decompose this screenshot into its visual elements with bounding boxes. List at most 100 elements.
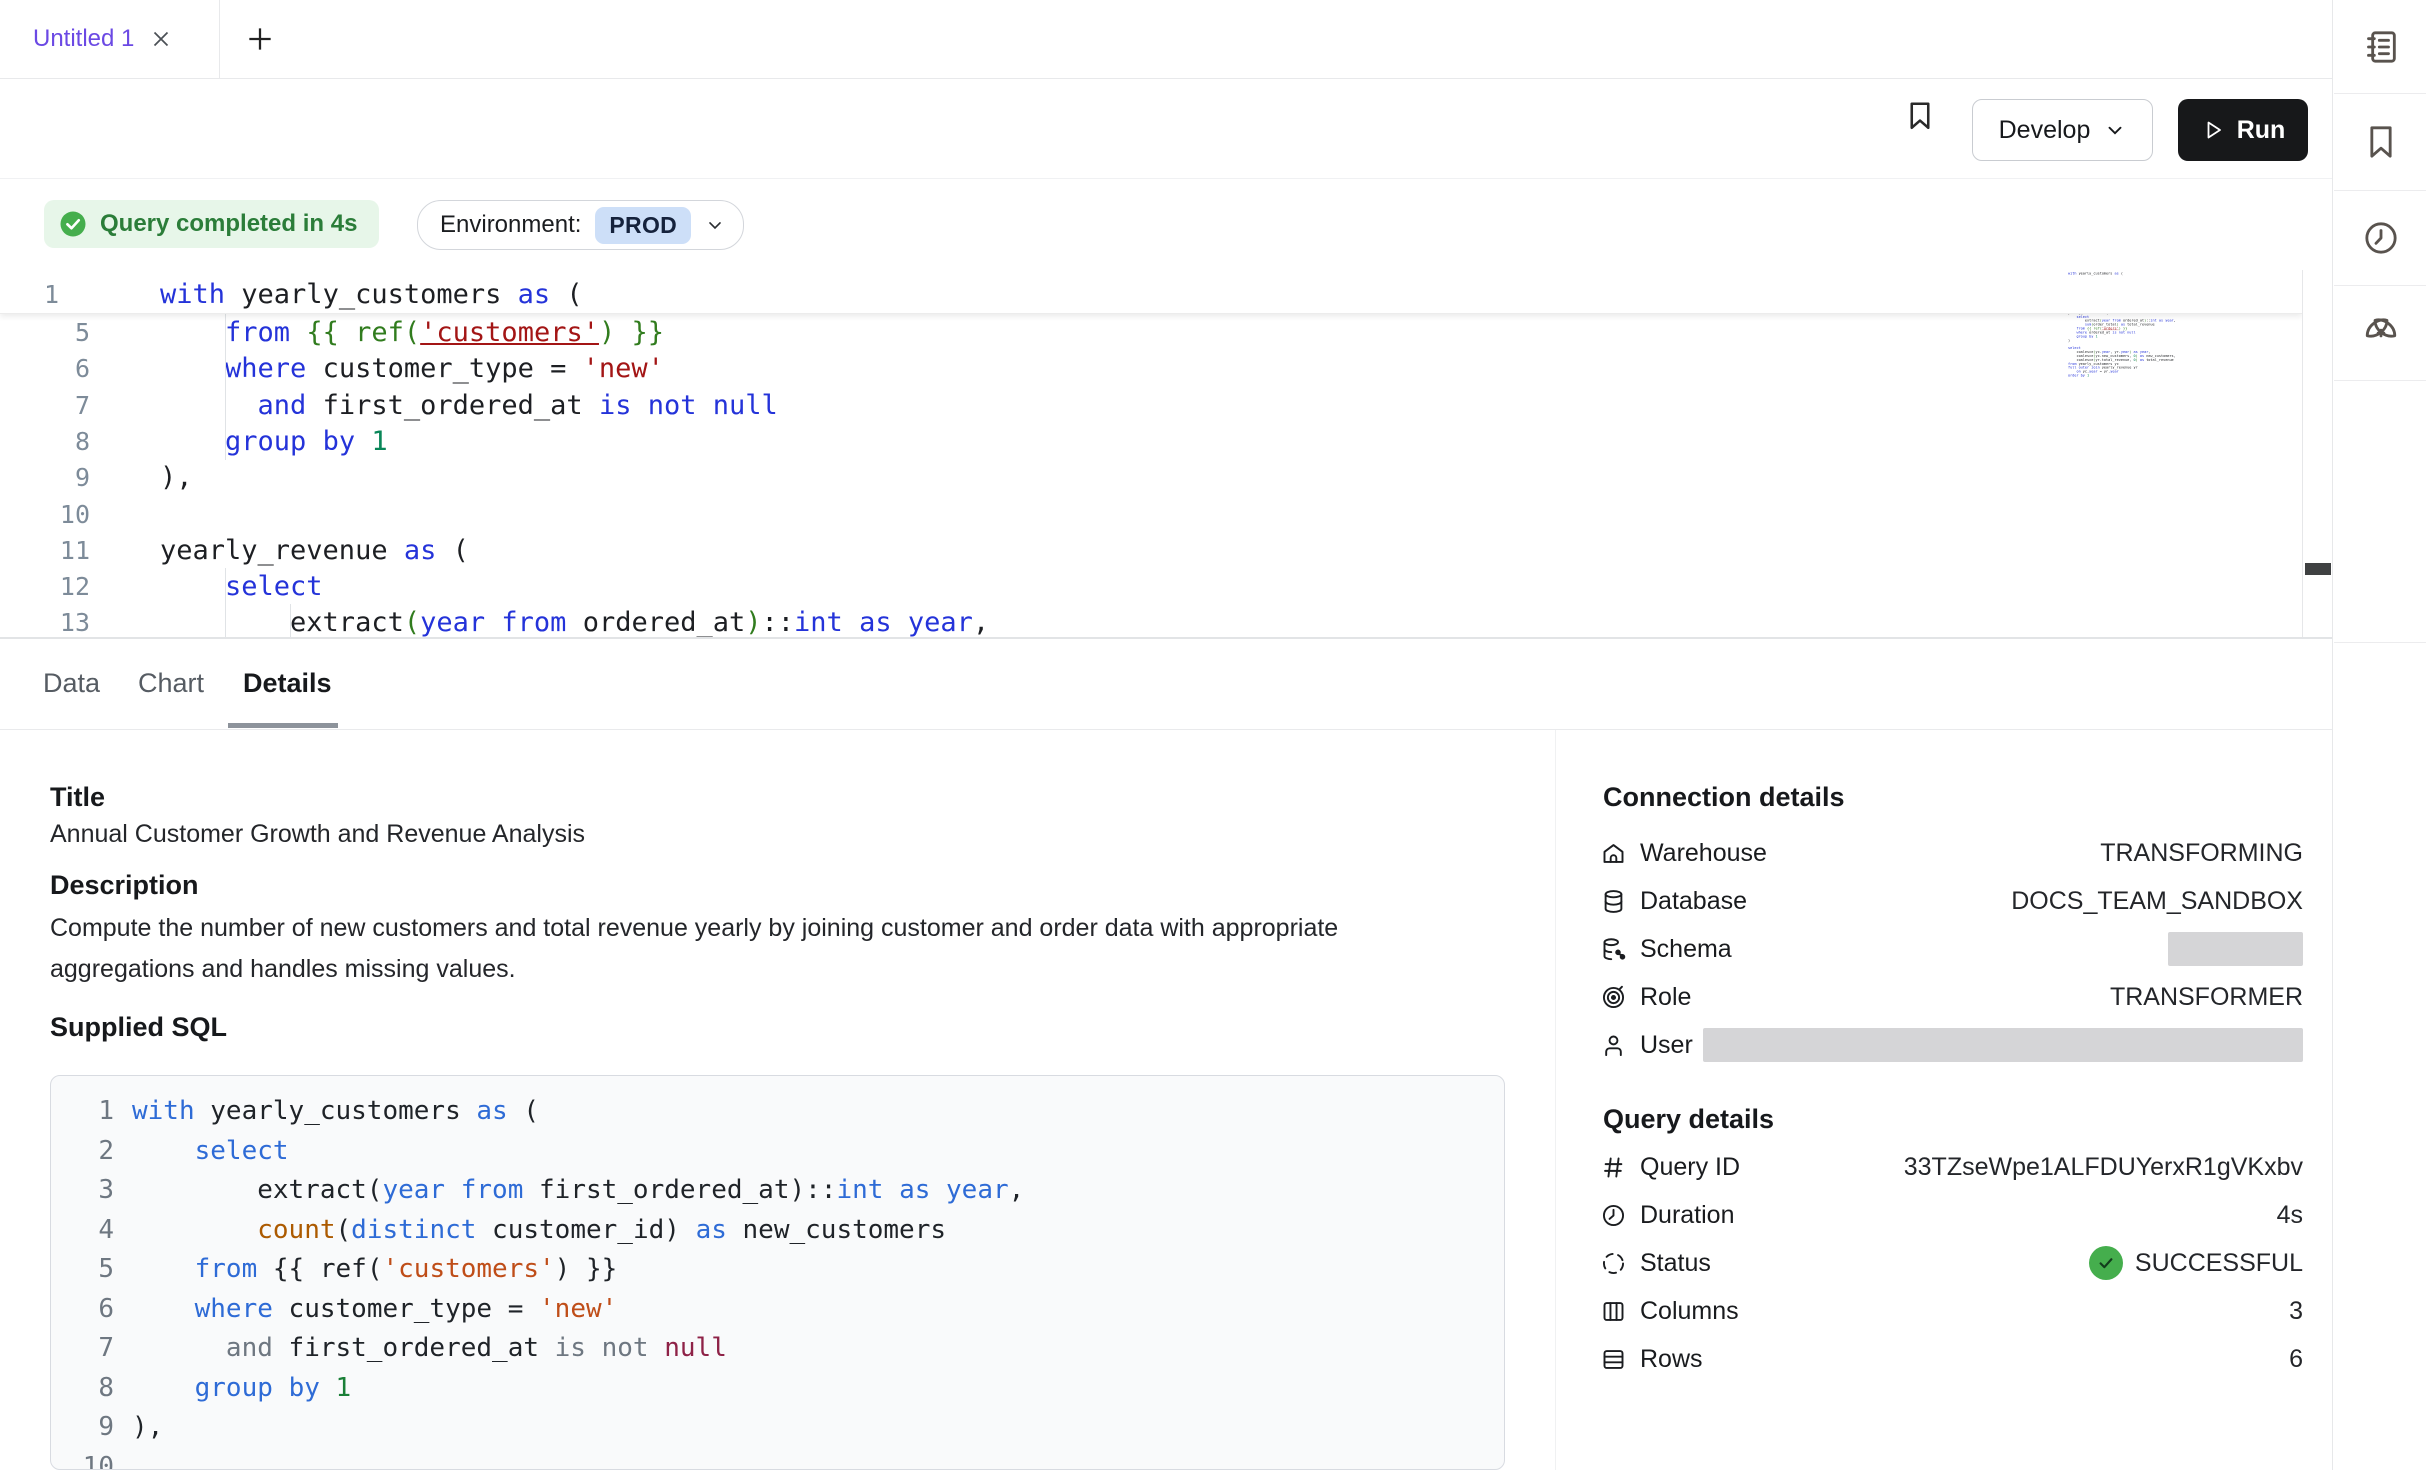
- query-value: 6: [2289, 1345, 2303, 1374]
- query-row-duration: Duration 4s: [1600, 1191, 2303, 1239]
- code-line: and first_ordered_at is not null: [160, 387, 778, 424]
- sql-line: 1 with yearly_customers as (: [51, 1092, 1504, 1132]
- query-row-rows: Rows6: [1600, 1335, 2303, 1383]
- code-line: and first_ordered_at is not null: [132, 1329, 727, 1369]
- code-line: group by 1: [132, 1369, 351, 1409]
- editor-scrollbar[interactable]: [2302, 270, 2332, 637]
- connection-row-role: Role TRANSFORMER: [1600, 973, 2303, 1021]
- line-number: 1: [44, 276, 59, 313]
- toolbar: Develop Run: [0, 79, 2332, 179]
- connection-label: User: [1640, 1031, 1693, 1060]
- line-number: 7: [0, 387, 90, 424]
- spinner-icon: [1600, 1250, 1627, 1277]
- run-button[interactable]: Run: [2178, 99, 2308, 161]
- environment-label: Environment:: [440, 211, 581, 239]
- query-row-query-id: Query ID33TZseWpe1ALFDUYerxR1gVKxbv: [1600, 1143, 2303, 1191]
- line-number: 9: [0, 459, 90, 496]
- bookmark-icon: [2361, 122, 2401, 162]
- sql-line: 5 from {{ ref('customers') }}: [51, 1250, 1504, 1290]
- hash-icon: [1600, 1154, 1627, 1181]
- file-tab-untitled[interactable]: Untitled 1: [0, 0, 220, 78]
- sql-line: 7 and first_ordered_at is not null: [51, 1329, 1504, 1369]
- connection-row-schema: Schema: [1600, 925, 2303, 973]
- line-number: 5: [51, 1250, 114, 1290]
- sidebar-button-history-clock[interactable]: [2334, 191, 2426, 284]
- sidebar-button-bookmark[interactable]: [2334, 95, 2426, 188]
- connection-label: Role: [1640, 983, 1691, 1012]
- query-value: SUCCESSFUL: [2135, 1249, 2303, 1278]
- file-tab-bar: Untitled 1: [0, 0, 2426, 79]
- editor-line[interactable]: 12 select: [0, 568, 2302, 605]
- result-tab-details[interactable]: Details: [243, 639, 332, 728]
- bookmark-icon[interactable]: [1896, 91, 1944, 139]
- editor-line[interactable]: 5 from {{ ref('customers') }}: [0, 314, 2302, 351]
- description-value: Compute the number of new customers and …: [50, 908, 1410, 990]
- connection-value: DOCS_TEAM_SANDBOX: [2011, 887, 2303, 916]
- rows-icon: [1600, 1346, 1627, 1373]
- query-label: Duration: [1640, 1201, 1735, 1230]
- editor-line[interactable]: 7 and first_ordered_at is not null: [0, 387, 2302, 424]
- connection-label: Schema: [1640, 935, 1732, 964]
- editor-line[interactable]: 8 group by 1: [0, 423, 2302, 460]
- redacted-value: [1703, 1028, 2303, 1062]
- line-number: 13: [0, 604, 90, 637]
- line-number: 4: [51, 1211, 114, 1251]
- query-row-columns: Columns3: [1600, 1287, 2303, 1335]
- play-icon: [2201, 118, 2225, 142]
- supplied-sql-code-block[interactable]: 1 with yearly_customers as ( 2 select 3 …: [50, 1075, 1505, 1470]
- code-line: select: [132, 1132, 289, 1172]
- user-icon: [1600, 1032, 1627, 1059]
- connection-details-heading: Connection details: [1603, 782, 1845, 813]
- connection-row-warehouse: Warehouse TRANSFORMING: [1600, 829, 2303, 877]
- sql-line: 9 ),: [51, 1408, 1504, 1448]
- chevron-down-icon: [2104, 119, 2126, 141]
- editor-line[interactable]: 11 yearly_revenue as (: [0, 532, 2302, 569]
- code-line: with yearly_customers as (: [132, 1092, 539, 1132]
- code-line: count(distinct customer_id) as new_custo…: [132, 1211, 946, 1251]
- develop-button[interactable]: Develop: [1972, 99, 2153, 161]
- result-tab-chart[interactable]: Chart: [138, 639, 204, 728]
- editor-line[interactable]: 9 ),: [0, 459, 2302, 496]
- line-number: 7: [51, 1329, 114, 1369]
- result-tab-data[interactable]: Data: [43, 639, 100, 728]
- line-number: 9: [51, 1408, 114, 1448]
- editor-sticky-line[interactable]: 1 with yearly_customers as (: [0, 276, 2302, 314]
- code-line: from {{ ref('customers') }}: [160, 314, 664, 351]
- editor-line[interactable]: 10: [0, 496, 2302, 533]
- status-success-icon: [2089, 1246, 2123, 1280]
- line-number: 2: [51, 1132, 114, 1172]
- editor-line[interactable]: 13 extract(year from ordered_at)::int as…: [0, 604, 2302, 637]
- query-value: 4s: [2277, 1201, 2303, 1230]
- description-heading: Description: [50, 870, 199, 901]
- line-number: 3: [51, 1171, 114, 1211]
- sidebar-button-lineage[interactable]: [2334, 286, 2426, 379]
- supplied-sql-heading: Supplied SQL: [50, 1012, 227, 1043]
- editor-scrollbar-thumb[interactable]: [2305, 563, 2331, 575]
- query-details-heading: Query details: [1603, 1104, 1774, 1135]
- connection-value: TRANSFORMER: [2110, 983, 2303, 1012]
- columns-icon: [1600, 1298, 1627, 1325]
- title-value: Annual Customer Growth and Revenue Analy…: [50, 814, 585, 855]
- code-line: select: [160, 568, 323, 605]
- code-line: where customer_type = 'new': [132, 1290, 617, 1330]
- environment-selector[interactable]: Environment: PROD: [417, 200, 744, 250]
- line-number: 10: [51, 1448, 114, 1470]
- connection-value: TRANSFORMING: [2100, 839, 2303, 868]
- chevron-down-icon: [705, 215, 725, 235]
- close-tab-icon[interactable]: [148, 26, 174, 52]
- details-pane: Title Annual Customer Growth and Revenue…: [0, 730, 2332, 1470]
- query-label: Status: [1640, 1249, 1711, 1278]
- editor-line[interactable]: 6 where customer_type = 'new': [0, 350, 2302, 387]
- connection-label: Warehouse: [1640, 839, 1767, 868]
- line-number: 12: [0, 568, 90, 605]
- sidebar-button-notebook[interactable]: [2334, 0, 2426, 93]
- code-editor[interactable]: 1 with yearly_customers as ( 5 from {{ r…: [0, 276, 2302, 637]
- sql-line: 10: [51, 1448, 1504, 1470]
- run-button-label: Run: [2237, 116, 2286, 145]
- new-tab-button[interactable]: [243, 22, 277, 56]
- database-icon: [1600, 888, 1627, 915]
- query-status-text: Query completed in 4s: [100, 210, 357, 238]
- notebook-icon: [2361, 27, 2401, 67]
- app-window: Untitled 1 Develop Run Query: [0, 0, 2426, 1470]
- code-line: ),: [132, 1408, 163, 1448]
